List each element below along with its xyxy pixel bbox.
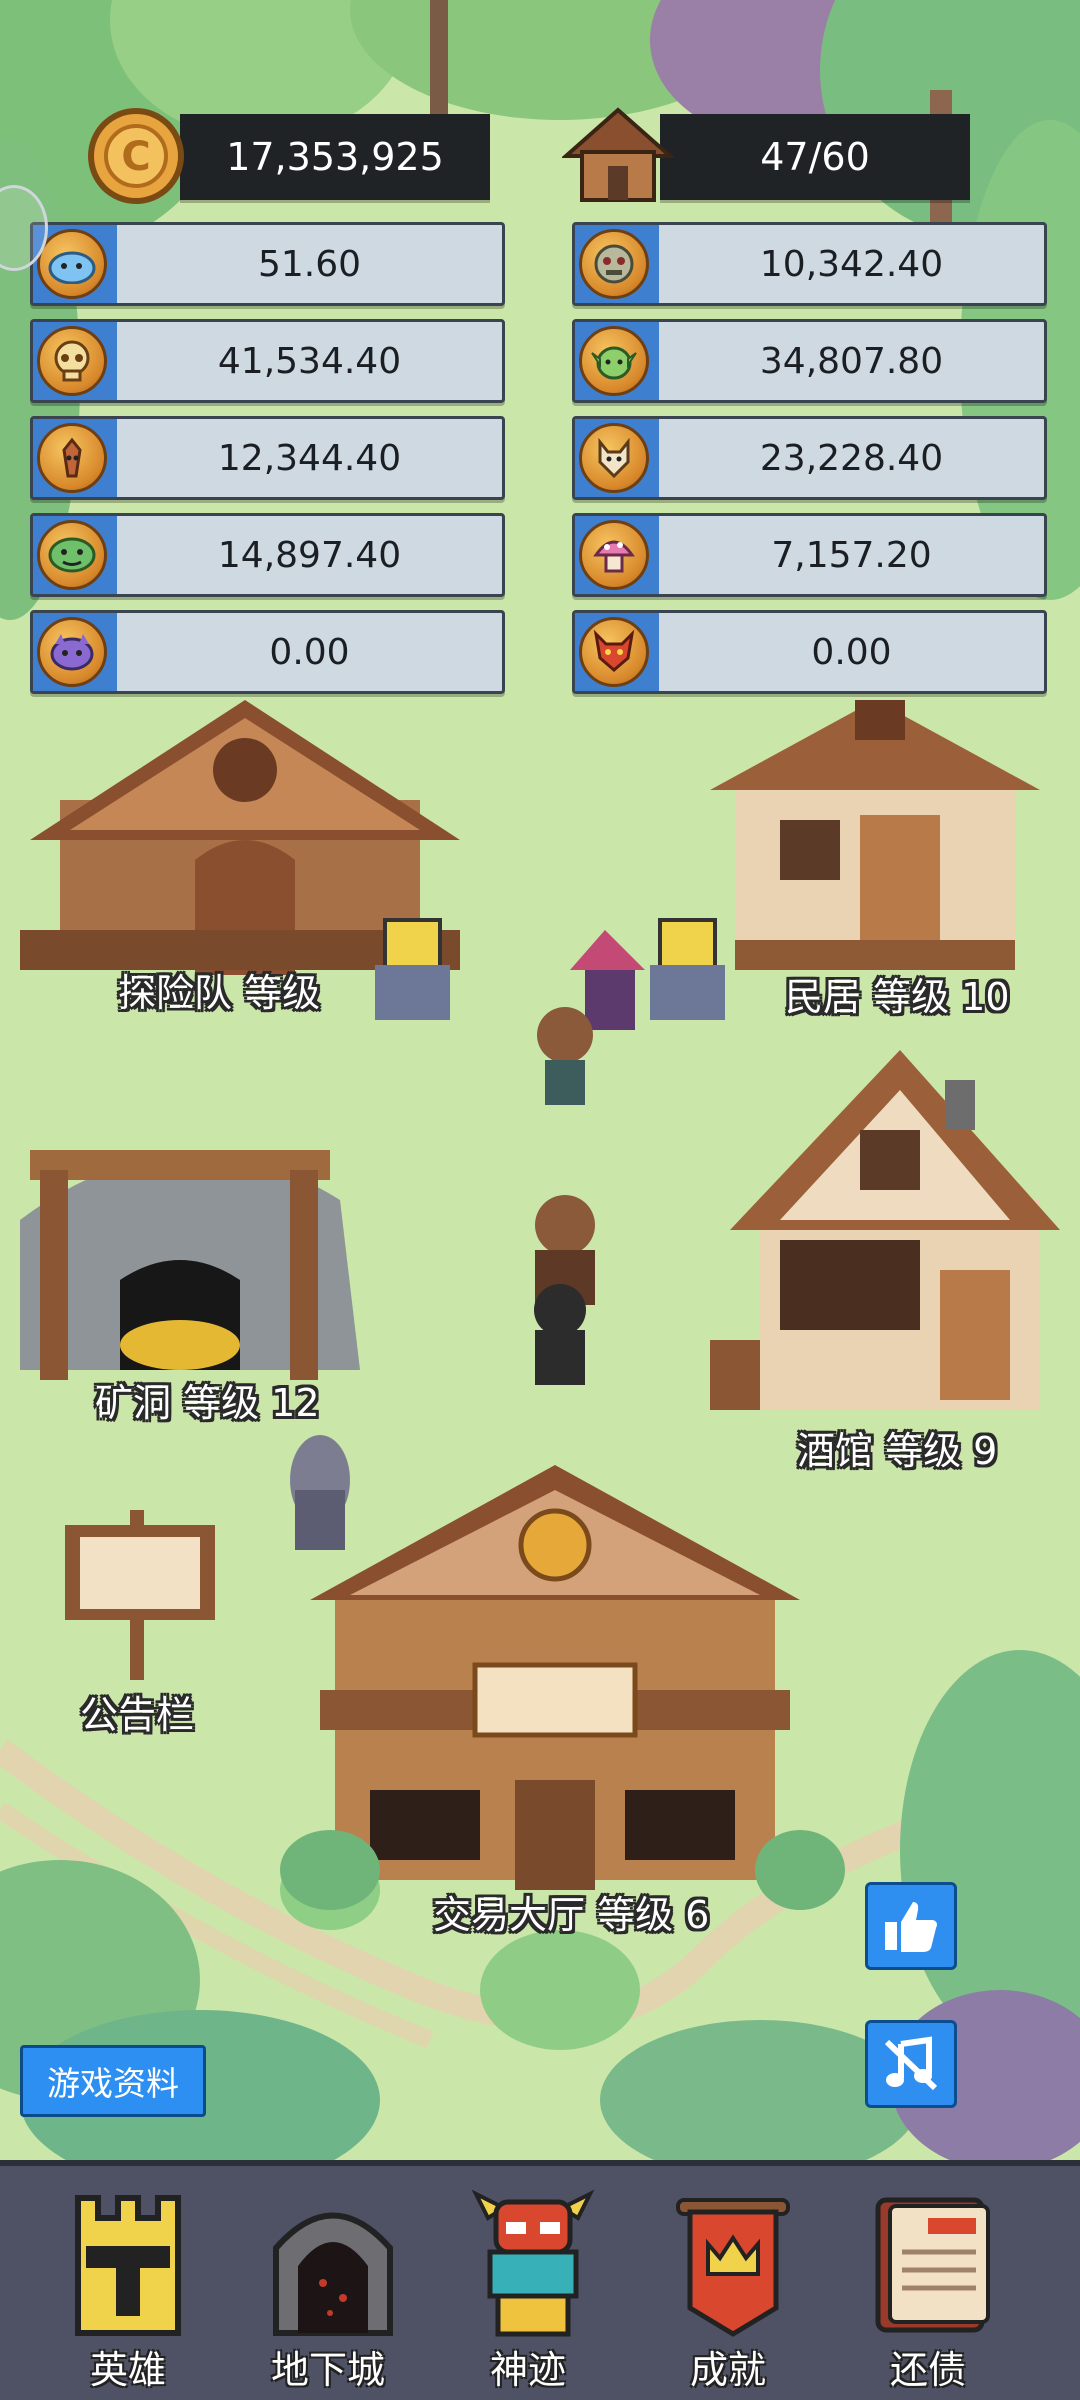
gold-amount: 17,353,925 bbox=[226, 135, 444, 179]
resource-value: 23,228.40 bbox=[759, 437, 944, 479]
svg-text:C: C bbox=[121, 134, 150, 180]
thumbs-up-icon bbox=[885, 1902, 937, 1952]
dungeon-gate-icon bbox=[273, 2212, 393, 2336]
housing-counter: 47/60 bbox=[660, 114, 970, 200]
resource-goblin: 14,897.40 bbox=[30, 513, 505, 597]
castle-tower-icon bbox=[75, 2195, 181, 2336]
game-info-button[interactable]: 游戏资料 bbox=[20, 2045, 206, 2117]
housing-amount: 47/60 bbox=[760, 135, 870, 179]
nav-dungeon[interactable]: 地下城 bbox=[228, 2166, 428, 2400]
resource-mushroom: 7,157.20 bbox=[572, 513, 1047, 597]
nav-heroes[interactable]: 英雄 bbox=[28, 2166, 228, 2400]
like-button[interactable] bbox=[865, 1882, 957, 1970]
slime-icon bbox=[37, 229, 107, 299]
nav-miracle[interactable]: 神迹 bbox=[428, 2166, 628, 2400]
nav-label: 英雄 bbox=[89, 2348, 166, 2392]
purple-beast-icon bbox=[37, 617, 107, 687]
resource-value: 0.00 bbox=[811, 631, 892, 673]
resource-slime: 51.60 bbox=[30, 222, 505, 306]
resource-value: 14,897.40 bbox=[217, 534, 402, 576]
resource-wolf: 23,228.40 bbox=[572, 416, 1047, 500]
game-scene: 17,353,925 C 47/60 51.60 41,534.40 12,34… bbox=[0, 0, 1080, 2160]
nav-achievements[interactable]: 成就 bbox=[628, 2166, 828, 2400]
house-icon bbox=[560, 104, 676, 208]
nav-label: 还债 bbox=[889, 2348, 966, 2392]
dragon-icon bbox=[579, 617, 649, 687]
nav-repay-debt[interactable]: 还债 bbox=[828, 2166, 1028, 2400]
orc-icon bbox=[579, 326, 649, 396]
resource-purple-beast: 0.00 bbox=[30, 610, 505, 694]
treant-icon bbox=[37, 423, 107, 493]
resource-orc: 34,807.80 bbox=[572, 319, 1047, 403]
resource-value: 0.00 bbox=[269, 631, 350, 673]
resource-value: 7,157.20 bbox=[771, 534, 932, 576]
wolf-icon bbox=[579, 423, 649, 493]
resource-value: 10,342.40 bbox=[759, 243, 944, 285]
resource-value: 51.60 bbox=[257, 243, 362, 285]
mute-music-button[interactable] bbox=[865, 2020, 957, 2108]
resource-value: 41,534.40 bbox=[217, 340, 402, 382]
gold-coin-icon: C bbox=[82, 106, 190, 210]
resource-zombie: 10,342.40 bbox=[572, 222, 1047, 306]
building-mine[interactable]: 矿洞 等级 12 bbox=[95, 1372, 320, 1427]
resource-value: 34,807.80 bbox=[759, 340, 944, 382]
nav-label: 地下城 bbox=[270, 2348, 385, 2392]
building-bulletin-board[interactable]: 公告栏 bbox=[80, 1684, 194, 1739]
ledger-book-icon bbox=[875, 2197, 990, 2333]
music-off-icon bbox=[884, 2036, 938, 2091]
gold-counter: 17,353,925 bbox=[180, 114, 490, 200]
bottom-navigation: 英雄 地下城 神迹 成就 还债 bbox=[0, 2160, 1080, 2400]
nav-label: 神迹 bbox=[489, 2348, 566, 2392]
building-adventure-team[interactable]: 探险队 等级 bbox=[118, 962, 320, 1017]
skull-icon bbox=[37, 326, 107, 396]
resource-skull: 41,534.40 bbox=[30, 319, 505, 403]
resource-value: 12,344.40 bbox=[217, 437, 402, 479]
goblin-face-icon bbox=[37, 520, 107, 590]
banner-crown-icon bbox=[676, 2198, 790, 2337]
zombie-icon bbox=[579, 229, 649, 299]
building-tavern[interactable]: 酒馆 等级 9 bbox=[797, 1420, 997, 1475]
building-residence[interactable]: 民居 等级 10 bbox=[785, 966, 1010, 1021]
resource-dragon: 0.00 bbox=[572, 610, 1047, 694]
resource-treant: 12,344.40 bbox=[30, 416, 505, 500]
totem-icon bbox=[471, 2189, 595, 2337]
nav-label: 成就 bbox=[689, 2348, 766, 2392]
building-trade-hall[interactable]: 交易大厅 等级 6 bbox=[433, 1884, 709, 1939]
mushroom-icon bbox=[579, 520, 649, 590]
